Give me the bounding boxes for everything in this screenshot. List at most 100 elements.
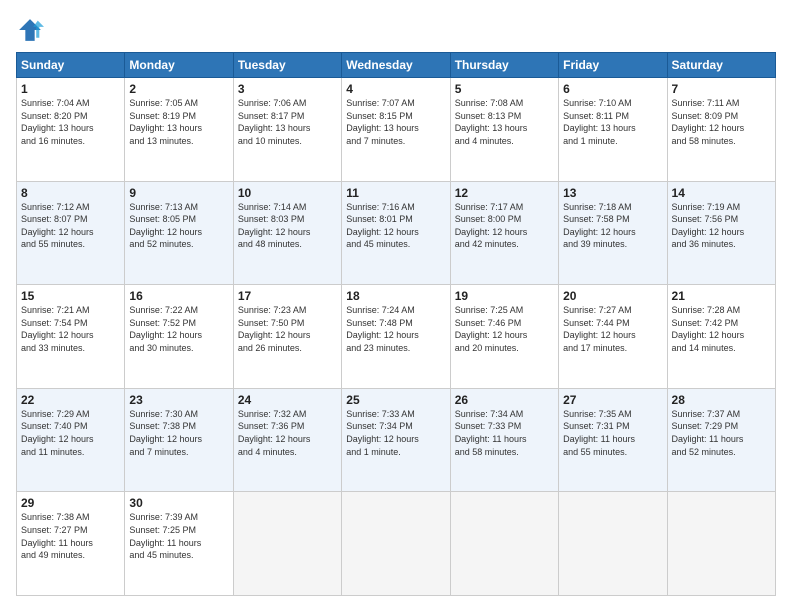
calendar-cell xyxy=(667,492,775,596)
day-info: Sunrise: 7:13 AM Sunset: 8:05 PM Dayligh… xyxy=(129,201,228,251)
day-number: 7 xyxy=(672,82,771,96)
weekday-header-wednesday: Wednesday xyxy=(342,53,450,78)
header xyxy=(16,16,776,44)
day-info: Sunrise: 7:22 AM Sunset: 7:52 PM Dayligh… xyxy=(129,304,228,354)
day-number: 25 xyxy=(346,393,445,407)
day-number: 9 xyxy=(129,186,228,200)
calendar-cell: 17Sunrise: 7:23 AM Sunset: 7:50 PM Dayli… xyxy=(233,285,341,389)
calendar-row-1: 8Sunrise: 7:12 AM Sunset: 8:07 PM Daylig… xyxy=(17,181,776,285)
page: SundayMondayTuesdayWednesdayThursdayFrid… xyxy=(0,0,792,612)
day-info: Sunrise: 7:24 AM Sunset: 7:48 PM Dayligh… xyxy=(346,304,445,354)
calendar-cell: 29Sunrise: 7:38 AM Sunset: 7:27 PM Dayli… xyxy=(17,492,125,596)
day-number: 5 xyxy=(455,82,554,96)
day-number: 12 xyxy=(455,186,554,200)
day-info: Sunrise: 7:34 AM Sunset: 7:33 PM Dayligh… xyxy=(455,408,554,458)
day-number: 24 xyxy=(238,393,337,407)
calendar-row-2: 15Sunrise: 7:21 AM Sunset: 7:54 PM Dayli… xyxy=(17,285,776,389)
calendar-cell: 3Sunrise: 7:06 AM Sunset: 8:17 PM Daylig… xyxy=(233,78,341,182)
logo-icon xyxy=(16,16,44,44)
day-info: Sunrise: 7:19 AM Sunset: 7:56 PM Dayligh… xyxy=(672,201,771,251)
day-info: Sunrise: 7:38 AM Sunset: 7:27 PM Dayligh… xyxy=(21,511,120,561)
calendar-cell: 18Sunrise: 7:24 AM Sunset: 7:48 PM Dayli… xyxy=(342,285,450,389)
day-number: 11 xyxy=(346,186,445,200)
day-info: Sunrise: 7:39 AM Sunset: 7:25 PM Dayligh… xyxy=(129,511,228,561)
calendar-row-3: 22Sunrise: 7:29 AM Sunset: 7:40 PM Dayli… xyxy=(17,388,776,492)
day-info: Sunrise: 7:25 AM Sunset: 7:46 PM Dayligh… xyxy=(455,304,554,354)
calendar-cell: 26Sunrise: 7:34 AM Sunset: 7:33 PM Dayli… xyxy=(450,388,558,492)
day-info: Sunrise: 7:18 AM Sunset: 7:58 PM Dayligh… xyxy=(563,201,662,251)
day-number: 21 xyxy=(672,289,771,303)
calendar-cell: 10Sunrise: 7:14 AM Sunset: 8:03 PM Dayli… xyxy=(233,181,341,285)
calendar-cell: 25Sunrise: 7:33 AM Sunset: 7:34 PM Dayli… xyxy=(342,388,450,492)
calendar-cell xyxy=(450,492,558,596)
day-info: Sunrise: 7:14 AM Sunset: 8:03 PM Dayligh… xyxy=(238,201,337,251)
calendar-cell: 6Sunrise: 7:10 AM Sunset: 8:11 PM Daylig… xyxy=(559,78,667,182)
day-info: Sunrise: 7:16 AM Sunset: 8:01 PM Dayligh… xyxy=(346,201,445,251)
day-info: Sunrise: 7:11 AM Sunset: 8:09 PM Dayligh… xyxy=(672,97,771,147)
day-info: Sunrise: 7:06 AM Sunset: 8:17 PM Dayligh… xyxy=(238,97,337,147)
calendar-cell: 4Sunrise: 7:07 AM Sunset: 8:15 PM Daylig… xyxy=(342,78,450,182)
day-number: 19 xyxy=(455,289,554,303)
day-info: Sunrise: 7:28 AM Sunset: 7:42 PM Dayligh… xyxy=(672,304,771,354)
calendar-cell: 13Sunrise: 7:18 AM Sunset: 7:58 PM Dayli… xyxy=(559,181,667,285)
day-info: Sunrise: 7:07 AM Sunset: 8:15 PM Dayligh… xyxy=(346,97,445,147)
day-info: Sunrise: 7:30 AM Sunset: 7:38 PM Dayligh… xyxy=(129,408,228,458)
calendar-cell: 7Sunrise: 7:11 AM Sunset: 8:09 PM Daylig… xyxy=(667,78,775,182)
day-info: Sunrise: 7:17 AM Sunset: 8:00 PM Dayligh… xyxy=(455,201,554,251)
calendar-cell: 21Sunrise: 7:28 AM Sunset: 7:42 PM Dayli… xyxy=(667,285,775,389)
day-number: 13 xyxy=(563,186,662,200)
weekday-header-friday: Friday xyxy=(559,53,667,78)
day-info: Sunrise: 7:27 AM Sunset: 7:44 PM Dayligh… xyxy=(563,304,662,354)
day-number: 4 xyxy=(346,82,445,96)
day-number: 28 xyxy=(672,393,771,407)
calendar-row-0: 1Sunrise: 7:04 AM Sunset: 8:20 PM Daylig… xyxy=(17,78,776,182)
calendar-cell: 11Sunrise: 7:16 AM Sunset: 8:01 PM Dayli… xyxy=(342,181,450,285)
day-number: 23 xyxy=(129,393,228,407)
day-info: Sunrise: 7:29 AM Sunset: 7:40 PM Dayligh… xyxy=(21,408,120,458)
day-number: 16 xyxy=(129,289,228,303)
day-info: Sunrise: 7:37 AM Sunset: 7:29 PM Dayligh… xyxy=(672,408,771,458)
day-number: 10 xyxy=(238,186,337,200)
calendar-cell: 24Sunrise: 7:32 AM Sunset: 7:36 PM Dayli… xyxy=(233,388,341,492)
calendar-cell xyxy=(559,492,667,596)
weekday-header-row: SundayMondayTuesdayWednesdayThursdayFrid… xyxy=(17,53,776,78)
calendar-cell: 8Sunrise: 7:12 AM Sunset: 8:07 PM Daylig… xyxy=(17,181,125,285)
calendar-cell: 19Sunrise: 7:25 AM Sunset: 7:46 PM Dayli… xyxy=(450,285,558,389)
calendar-cell: 5Sunrise: 7:08 AM Sunset: 8:13 PM Daylig… xyxy=(450,78,558,182)
day-info: Sunrise: 7:32 AM Sunset: 7:36 PM Dayligh… xyxy=(238,408,337,458)
calendar-cell: 23Sunrise: 7:30 AM Sunset: 7:38 PM Dayli… xyxy=(125,388,233,492)
day-info: Sunrise: 7:35 AM Sunset: 7:31 PM Dayligh… xyxy=(563,408,662,458)
day-info: Sunrise: 7:12 AM Sunset: 8:07 PM Dayligh… xyxy=(21,201,120,251)
day-number: 15 xyxy=(21,289,120,303)
calendar-cell xyxy=(233,492,341,596)
day-number: 3 xyxy=(238,82,337,96)
calendar-row-4: 29Sunrise: 7:38 AM Sunset: 7:27 PM Dayli… xyxy=(17,492,776,596)
day-number: 27 xyxy=(563,393,662,407)
day-number: 17 xyxy=(238,289,337,303)
day-number: 2 xyxy=(129,82,228,96)
weekday-header-tuesday: Tuesday xyxy=(233,53,341,78)
calendar-cell: 14Sunrise: 7:19 AM Sunset: 7:56 PM Dayli… xyxy=(667,181,775,285)
day-info: Sunrise: 7:23 AM Sunset: 7:50 PM Dayligh… xyxy=(238,304,337,354)
weekday-header-thursday: Thursday xyxy=(450,53,558,78)
calendar-cell: 12Sunrise: 7:17 AM Sunset: 8:00 PM Dayli… xyxy=(450,181,558,285)
calendar-cell: 27Sunrise: 7:35 AM Sunset: 7:31 PM Dayli… xyxy=(559,388,667,492)
calendar-cell: 20Sunrise: 7:27 AM Sunset: 7:44 PM Dayli… xyxy=(559,285,667,389)
day-number: 29 xyxy=(21,496,120,510)
day-number: 20 xyxy=(563,289,662,303)
weekday-header-monday: Monday xyxy=(125,53,233,78)
weekday-header-saturday: Saturday xyxy=(667,53,775,78)
calendar-cell: 9Sunrise: 7:13 AM Sunset: 8:05 PM Daylig… xyxy=(125,181,233,285)
calendar-cell xyxy=(342,492,450,596)
day-info: Sunrise: 7:08 AM Sunset: 8:13 PM Dayligh… xyxy=(455,97,554,147)
calendar-cell: 16Sunrise: 7:22 AM Sunset: 7:52 PM Dayli… xyxy=(125,285,233,389)
calendar-cell: 2Sunrise: 7:05 AM Sunset: 8:19 PM Daylig… xyxy=(125,78,233,182)
calendar-cell: 30Sunrise: 7:39 AM Sunset: 7:25 PM Dayli… xyxy=(125,492,233,596)
day-info: Sunrise: 7:10 AM Sunset: 8:11 PM Dayligh… xyxy=(563,97,662,147)
day-info: Sunrise: 7:21 AM Sunset: 7:54 PM Dayligh… xyxy=(21,304,120,354)
day-number: 6 xyxy=(563,82,662,96)
logo xyxy=(16,16,48,44)
calendar-cell: 15Sunrise: 7:21 AM Sunset: 7:54 PM Dayli… xyxy=(17,285,125,389)
weekday-header-sunday: Sunday xyxy=(17,53,125,78)
day-number: 22 xyxy=(21,393,120,407)
